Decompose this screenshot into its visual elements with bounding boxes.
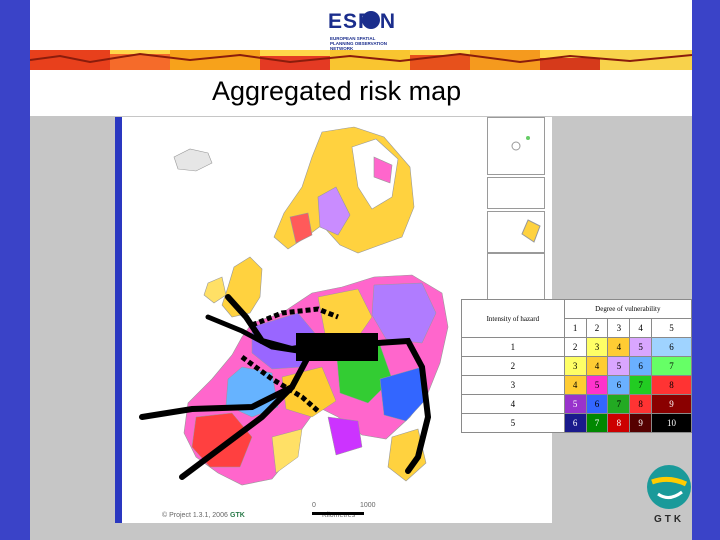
legend-column-label: 1 (563, 318, 587, 338)
scale-bar (312, 512, 364, 515)
corridor-block (296, 333, 378, 361)
legend-cell: 7 (607, 394, 631, 414)
legend-column-label: 3 (607, 318, 631, 338)
inset-canarias (487, 211, 545, 253)
legend-cell: 7 (585, 413, 609, 433)
legend-cell: 4 (607, 337, 631, 357)
legend-cell: 5 (607, 356, 631, 376)
slide-content: ESP N EUROPEAN SPATIAL PLANNING OBSERVAT… (30, 0, 694, 540)
legend-row-label: 4 (461, 394, 565, 414)
legend-cell: 2 (563, 337, 587, 357)
legend-column-label: 4 (629, 318, 653, 338)
legend-cell: 5 (629, 337, 653, 357)
legend-cell: 8 (607, 413, 631, 433)
slide-header: ESP N EUROPEAN SPATIAL PLANNING OBSERVAT… (30, 0, 692, 72)
legend-cell: 3 (585, 337, 609, 357)
legend-cell: 9 (629, 413, 653, 433)
legend-cell: 8 (651, 375, 692, 395)
gtk-logo: GTK (644, 462, 694, 532)
legend-cell: 6 (651, 337, 692, 357)
left-blue-border (0, 0, 30, 540)
legend-row: 1 2 3 4 5 6 (461, 337, 692, 357)
legend-cell: 10 (651, 413, 692, 433)
legend-cell: 8 (629, 394, 653, 414)
legend-cell: 9 (651, 394, 692, 414)
legend-cell: 5 (563, 394, 587, 414)
legend-row-label: 5 (461, 413, 565, 433)
legend-cell: 6 (585, 394, 609, 414)
gtk-globe-icon (647, 465, 691, 509)
espon-logo: ESP N EUROPEAN SPATIAL PLANNING OBSERVAT… (328, 10, 398, 51)
legend-column-header: Degree of vulnerability (563, 299, 693, 319)
inset-reunion (487, 177, 545, 209)
eu-stars-icon (362, 11, 380, 29)
legend-row: 4 5 6 7 8 9 (461, 394, 692, 414)
legend-row-header: Intensity of hazard (461, 299, 565, 338)
legend-row-label: 1 (461, 337, 565, 357)
right-blue-border (692, 0, 720, 540)
legend-row: 3 4 5 6 7 8 (461, 375, 692, 395)
legend-row-label: 3 (461, 375, 565, 395)
vulnerability-legend-table: Intensity of hazard Degree of vulnerabil… (461, 299, 693, 433)
legend-cell: 6 (629, 356, 653, 376)
legend-row-label: 2 (461, 356, 565, 376)
legend-cell: 7 (651, 356, 692, 376)
legend-cell: 3 (563, 356, 587, 376)
legend-row: 5 6 7 8 9 10 (461, 413, 692, 433)
risk-map-strip (30, 50, 692, 70)
espon-logo-subtitle: EUROPEAN SPATIAL PLANNING OBSERVATION NE… (330, 36, 388, 51)
scale-bar-label: 1000 (360, 502, 376, 509)
inset-guadeloupe (487, 253, 545, 301)
map-credit: © Project 1.3.1, 2006 (162, 512, 228, 519)
legend-cell: 5 (585, 375, 609, 395)
legend-column-label: 2 (585, 318, 609, 338)
legend-cell: 4 (585, 356, 609, 376)
legend-cell: 6 (607, 375, 631, 395)
inset-madeira (487, 117, 545, 175)
map-credit-logo: GTK (230, 512, 245, 519)
legend-cell: 6 (563, 413, 587, 433)
gtk-logo-text: GTK (653, 514, 685, 525)
legend-cell: 7 (629, 375, 653, 395)
legend-row: 2 3 4 5 6 7 (461, 356, 692, 376)
scale-bar-label: 0 (312, 502, 316, 509)
slide-title: Aggregated risk map (212, 76, 462, 106)
legend-cell: 4 (563, 375, 587, 395)
legend-column-label: 5 (651, 318, 692, 338)
